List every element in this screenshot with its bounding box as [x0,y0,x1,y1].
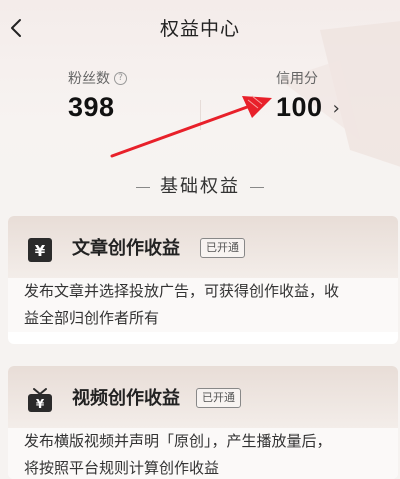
fans-label: 粉丝数 [68,71,110,87]
title-line-left [136,186,150,188]
benefit-card-video[interactable]: ¥ 视频创作收益 已开通 发布横版视频并声明「原创」，产生播放量后， 将按照平台… [8,366,398,479]
tv-yen-icon: ¥ [28,388,52,412]
svg-text:¥: ¥ [35,242,46,260]
credit-value: 100 [276,92,323,122]
benefit-card-article[interactable]: ¥ 文章创作收益 已开通 发布文章并选择投放广告，可获得创作收益，收 益全部归创… [8,216,398,344]
card-title: 视频创作收益 [72,388,180,409]
help-icon[interactable]: ? [114,71,127,85]
page-title: 权益中心 [159,18,240,40]
top-bar: 权益中心 [0,0,400,58]
chevron-right-icon: › [332,98,340,119]
card-description: 发布横版视频并声明「原创」，产生播放量后， 将按照平台规则计算创作收益 [8,428,398,479]
yen-icon: ¥ [28,238,52,262]
title-line-right [250,186,264,188]
svg-text:¥: ¥ [36,397,45,411]
credit-stat[interactable]: 信用分 100 › [276,68,340,123]
stats-divider [200,100,201,130]
status-badge: 已开通 [196,388,241,408]
credit-score-link[interactable]: 100 › [276,88,340,123]
fans-value: 398 [68,92,115,122]
card-title: 文章创作收益 [72,238,180,259]
credit-label: 信用分 [276,71,318,87]
status-badge: 已开通 [200,238,245,258]
fans-stat[interactable]: 粉丝数 ? 398 [68,68,127,123]
card-description: 发布文章并选择投放广告，可获得创作收益，收 益全部归创作者所有 [8,278,398,332]
section-title: 基础权益 [0,172,400,198]
